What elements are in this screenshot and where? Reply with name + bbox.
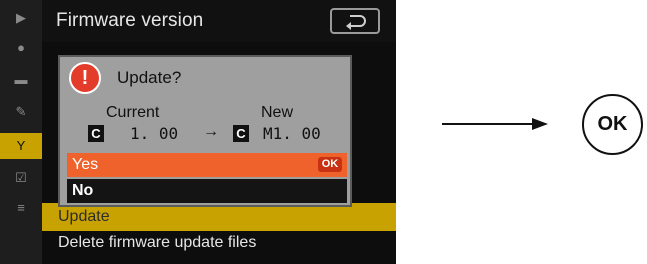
menu-sidebar: ▶ ● ▬ ✎ Y ☑ ≡ <box>0 0 42 264</box>
wrench-icon[interactable]: Y <box>0 133 42 159</box>
page-title: Firmware version <box>56 10 204 31</box>
my-menu-icon[interactable]: ≡ <box>12 200 30 216</box>
playback-icon[interactable]: ▶ <box>12 10 30 26</box>
camera-icon[interactable]: ● <box>12 40 30 56</box>
arrow-right-icon: → <box>203 123 219 140</box>
new-label: New <box>261 104 294 121</box>
dialog-title: Update? <box>117 68 182 87</box>
camera-screen: ▶ ● ▬ ✎ Y ☑ ≡ Firmware version D Update … <box>0 0 396 264</box>
retouch-icon[interactable]: ☑ <box>12 170 30 186</box>
back-button[interactable] <box>330 8 380 34</box>
movie-icon[interactable]: ▬ <box>12 72 30 88</box>
option-no[interactable]: No <box>67 179 347 203</box>
menu-item-delete-firmware[interactable]: Delete firmware update files <box>42 229 396 257</box>
current-slot-badge: C <box>88 125 104 142</box>
new-slot-badge: C <box>233 125 249 142</box>
return-icon <box>346 15 366 30</box>
ok-badge: OK <box>318 157 342 172</box>
option-yes-label: Yes <box>72 156 99 173</box>
arrow-right-icon <box>442 118 548 130</box>
pencil-icon[interactable]: ✎ <box>12 104 30 120</box>
current-version: 1. 00 <box>130 124 179 143</box>
current-label: Current <box>106 104 160 121</box>
option-yes[interactable]: Yes OK <box>67 153 347 177</box>
ok-button[interactable]: OK <box>582 94 643 155</box>
update-dialog: ! Update? Current New C 1. 00 → C M1. 00… <box>58 55 352 207</box>
warning-icon: ! <box>69 62 101 94</box>
new-version: M1. 00 <box>263 124 321 143</box>
menu-item-update[interactable]: Update <box>42 203 396 231</box>
option-no-label: No <box>72 182 94 199</box>
